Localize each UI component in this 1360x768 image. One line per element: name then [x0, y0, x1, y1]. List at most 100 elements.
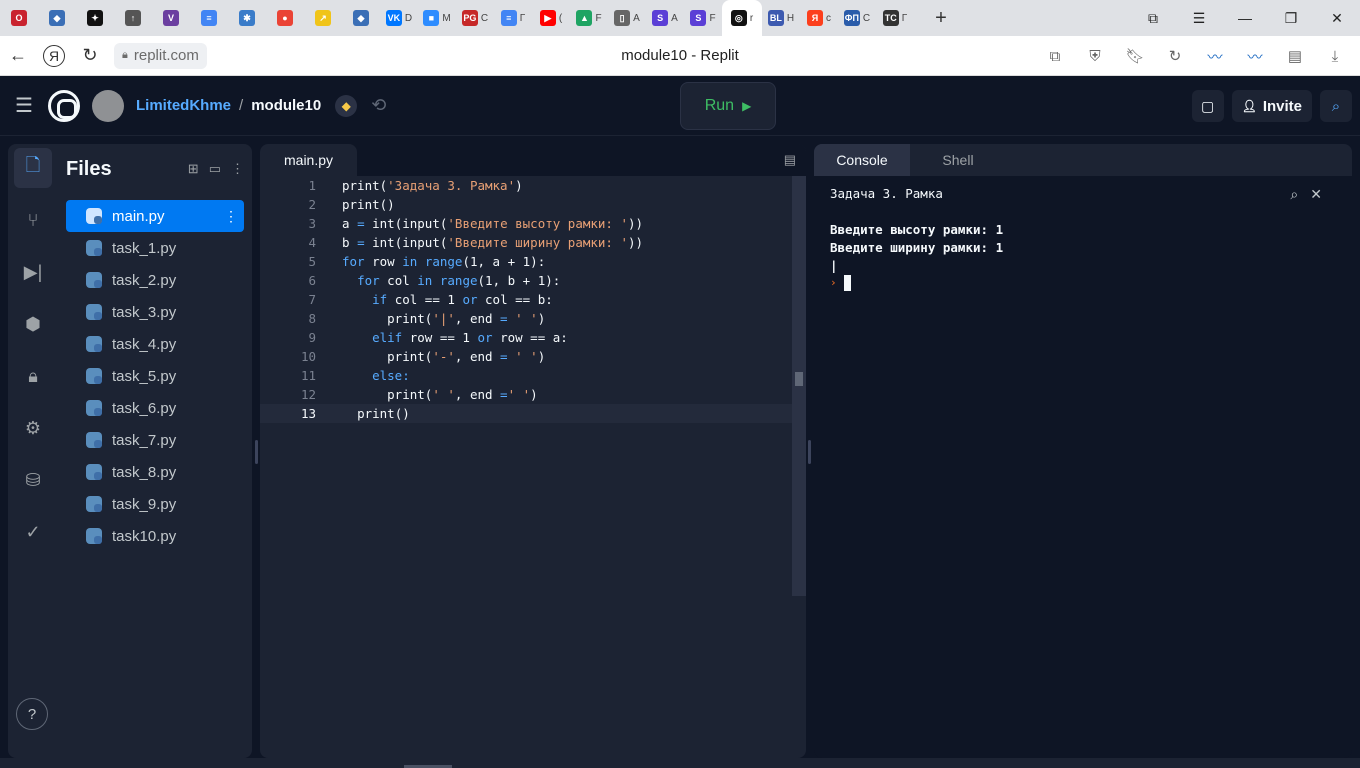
reload-button[interactable]: ↻ [72, 38, 108, 74]
console-output[interactable]: Задача 3. Рамка ⌕ ✕ Введите высоту рамки… [830, 176, 1352, 758]
sync-icon[interactable]: ↻ [1158, 47, 1192, 65]
run-button[interactable]: Run ▶ [680, 82, 776, 130]
menu-icon[interactable]: ☰ [0, 93, 48, 118]
yandex-icon[interactable]: Я [43, 44, 65, 67]
browser-tab-file[interactable]: ▯ A [608, 0, 646, 36]
code-line[interactable]: 7 if col == 1 or col == b: [260, 290, 792, 309]
browser-tab-youtube[interactable]: ▶( [532, 0, 570, 36]
tab-search-icon[interactable]: ⧉ [1130, 10, 1176, 27]
file-item[interactable]: main.py ⋮ [66, 200, 244, 232]
help-button[interactable]: ? [16, 698, 48, 730]
browser-tab-replit[interactable]: ◎ r [722, 0, 762, 36]
editor-menu-icon[interactable]: ▤ [784, 152, 796, 168]
browser-tab-tab-9[interactable]: ↗ [304, 0, 342, 36]
browser-tab-opera[interactable]: O [0, 0, 38, 36]
file-item[interactable]: task_4.py [66, 328, 244, 360]
files-icon[interactable]: 🗋︎ [14, 148, 52, 188]
new-file-icon[interactable]: ⊞ [188, 161, 199, 177]
new-folder-icon[interactable]: ▭ [209, 161, 221, 177]
code-line[interactable]: 11 else: [260, 366, 792, 385]
browser-tab-drive[interactable]: ▲ F [570, 0, 608, 36]
owner-link[interactable]: LimitedKhme [136, 97, 231, 114]
search-icon[interactable]: ⌕ [1320, 90, 1352, 122]
code-line[interactable]: 10 print('-', end = ' ') [260, 347, 792, 366]
extension-wave-icon-2[interactable]: 〰 [1238, 46, 1272, 67]
bookmark-icon[interactable]: 🔖︎ [1118, 47, 1152, 65]
secrets-lock-icon[interactable]: 🔒︎ [14, 356, 52, 396]
extension-wave-icon[interactable]: 〰 [1198, 46, 1232, 67]
console-search-icon[interactable]: ⌕ [1290, 186, 1298, 203]
file-item[interactable]: task_5.py [66, 360, 244, 392]
code-line[interactable]: 5 for row in range(1, a + 1): [260, 252, 792, 271]
history-icon[interactable]: ⟲ [371, 95, 386, 116]
code-line[interactable]: 2 print() [260, 195, 792, 214]
browser-menu-icon[interactable]: ☰ [1176, 10, 1222, 27]
browser-tab-docs2[interactable]: ≡ Г [494, 0, 532, 36]
extension-icon[interactable]: ⛨ [1078, 48, 1112, 65]
scrollbar-thumb[interactable] [795, 372, 803, 386]
browser-tab-docs[interactable]: ≡ [190, 0, 228, 36]
code-line[interactable]: 3 a = int(input('Введите высоту рамки: ')… [260, 214, 792, 233]
browser-tab-tab-4[interactable]: ↑ [114, 0, 152, 36]
collections-icon[interactable]: ▤ [1278, 47, 1312, 65]
minimize-button[interactable]: — [1222, 10, 1268, 26]
file-item[interactable]: task_7.py [66, 424, 244, 456]
browser-tab-zoom[interactable]: ■ M [418, 0, 456, 36]
browser-tab-yandex[interactable]: Яc [800, 0, 838, 36]
close-window-button[interactable]: ✕ [1314, 10, 1360, 27]
file-options-icon[interactable]: ⋮ [224, 208, 238, 225]
browser-tab-tab-5[interactable]: V [152, 0, 190, 36]
browser-tab-chrome[interactable]: ● [266, 0, 304, 36]
code-line[interactable]: 6 for col in range(1, b + 1): [260, 271, 792, 290]
browser-tab-star[interactable]: ✦ [76, 0, 114, 36]
browser-tab-s2[interactable]: SF [684, 0, 722, 36]
browser-tab-pg[interactable]: PG C [456, 0, 494, 36]
more-options-icon[interactable]: ⋮ [231, 161, 244, 177]
browser-tab-python[interactable]: ◆ [38, 0, 76, 36]
file-item[interactable]: task_8.py [66, 456, 244, 488]
browser-tab-fp[interactable]: ФП C [838, 0, 876, 36]
browser-tab-python2[interactable]: ◆ [342, 0, 380, 36]
repl-name[interactable]: module10 [251, 97, 321, 114]
avatar[interactable] [92, 89, 124, 122]
checkmark-icon[interactable]: ✓ [14, 512, 52, 552]
code-line[interactable]: 12 print(' ', end =' ') [260, 385, 792, 404]
panel-resizer-2[interactable] [808, 440, 811, 464]
database-icon[interactable]: ⛁ [14, 460, 52, 500]
copy-icon[interactable]: ⧉ [1038, 48, 1072, 65]
panel-resizer[interactable] [255, 440, 258, 464]
new-tab-button[interactable]: + [926, 3, 956, 33]
git-icon[interactable]: ⑂ [14, 200, 52, 240]
tab-shell[interactable]: Shell [910, 144, 1006, 176]
browser-tab-tab-7[interactable]: ✱ [228, 0, 266, 36]
browser-tab-bl[interactable]: BL H [762, 0, 800, 36]
browser-tab-vk[interactable]: VK D [380, 0, 418, 36]
browser-tab-s1[interactable]: SA [646, 0, 684, 36]
file-item[interactable]: task_2.py [66, 264, 244, 296]
settings-gear-icon[interactable]: ⚙ [14, 408, 52, 448]
file-item[interactable]: task_9.py [66, 488, 244, 520]
code-line[interactable]: 4 b = int(input('Введите ширину рамки: ')… [260, 233, 792, 252]
invite-button[interactable]: 👤︎ Invite [1231, 90, 1312, 122]
downloads-icon[interactable]: ⤓ [1318, 48, 1352, 65]
code-line[interactable]: 13 print() [260, 404, 792, 423]
packages-icon[interactable]: ⬢ [14, 304, 52, 344]
file-item[interactable]: task10.py [66, 520, 244, 552]
file-item[interactable]: task_3.py [66, 296, 244, 328]
debugger-icon[interactable]: ▶| [14, 252, 52, 292]
url-field[interactable]: 🔒︎ replit.com [114, 42, 207, 69]
file-item[interactable]: task_1.py [66, 232, 244, 264]
code-area[interactable]: 1 print('Задача 3. Рамка') 2 print() 3 a = in… [260, 176, 792, 423]
code-line[interactable]: 9 elif row == 1 or row == a: [260, 328, 792, 347]
editor-scrollbar[interactable] [792, 176, 806, 596]
browser-tab-taskcode[interactable]: TC Г [876, 0, 914, 36]
code-line[interactable]: 1 print('Задача 3. Рамка') [260, 176, 792, 195]
tab-console[interactable]: Console [814, 144, 910, 176]
back-button[interactable]: ← [0, 38, 36, 74]
chat-icon[interactable]: ▢ [1191, 90, 1224, 122]
console-clear-icon[interactable]: ✕ [1310, 186, 1322, 203]
replit-logo[interactable] [48, 89, 80, 122]
editor-tab-main[interactable]: main.py [260, 144, 358, 176]
code-line[interactable]: 8 print('|', end = ' ') [260, 309, 792, 328]
restore-button[interactable]: ❐ [1268, 10, 1314, 27]
